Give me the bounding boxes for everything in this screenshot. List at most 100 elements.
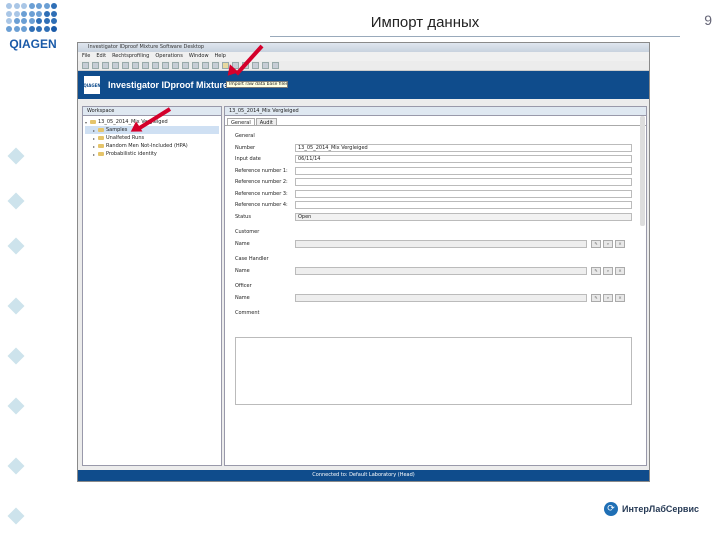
chart-icon[interactable] — [142, 62, 149, 69]
workspace-tab[interactable]: Workspace — [83, 107, 221, 116]
officer-edit-icon[interactable]: ✎ — [591, 293, 601, 302]
qiagen-dots — [6, 3, 60, 35]
settings-icon[interactable] — [112, 62, 119, 69]
decor-diamond — [7, 237, 25, 255]
mixture-icon[interactable] — [172, 62, 179, 69]
qiagen-dot — [28, 10, 35, 17]
editor-scrollbar[interactable] — [640, 116, 645, 226]
workspace-panel: Workspace ▾ 13_05_2014_Mix Vergleiged ▸ … — [82, 106, 222, 466]
slide-title: Импорт данных — [370, 14, 480, 31]
user-icon[interactable] — [212, 62, 219, 69]
ref4-label: Reference number 4: — [235, 202, 288, 208]
customer-edit-icon[interactable]: ✎ — [591, 239, 601, 248]
qiagen-dot — [43, 3, 50, 9]
qiagen-dot — [6, 10, 12, 17]
case-handler-name-field[interactable] — [295, 266, 587, 275]
open-folder-icon[interactable] — [102, 62, 109, 69]
list-icon[interactable] — [132, 62, 139, 69]
decor-diamond — [7, 347, 25, 365]
menu-edit[interactable]: Edit — [96, 52, 106, 61]
status-field[interactable]: Open — [295, 212, 632, 221]
input-date-field[interactable]: 06/11/14 — [295, 155, 632, 163]
tree-item-unalfeted-runs[interactable]: ▸ Unalfeted Runs — [85, 134, 219, 142]
customer-name-label: Name — [235, 240, 250, 247]
qiagen-dot — [6, 25, 12, 32]
new-icon[interactable] — [82, 62, 89, 69]
export-icon[interactable] — [152, 62, 159, 69]
qiagen-dot — [43, 18, 50, 24]
back-icon[interactable] — [262, 62, 269, 69]
interlabservice-logo: ⟳ ИнтерЛабСервис — [604, 502, 699, 516]
menu-window[interactable]: Window — [189, 52, 209, 61]
officer-name-field[interactable] — [295, 293, 587, 302]
qiagen-logo: QIAGEN — [4, 3, 62, 53]
ref4-field[interactable] — [295, 201, 632, 209]
input-date-label: Input date — [235, 156, 261, 162]
customer-search-icon[interactable]: ⌕ — [603, 239, 613, 248]
forward-icon[interactable] — [272, 62, 279, 69]
decor-diamond — [7, 192, 25, 210]
banner-title: Investigator IDproof Mixture — [108, 80, 229, 90]
status-label: Status — [235, 213, 251, 220]
delete-icon[interactable] — [252, 62, 259, 69]
tree-item-samples[interactable]: ▸ Samples — [85, 126, 219, 134]
banner-logo: QIAGEN — [83, 76, 101, 94]
comment-textarea[interactable] — [235, 337, 632, 405]
qiagen-dot — [36, 10, 42, 17]
calendar-icon[interactable] — [122, 62, 129, 69]
customer-name-field[interactable] — [295, 239, 587, 248]
filter-icon[interactable] — [182, 62, 189, 69]
menu-help[interactable]: Help — [215, 52, 226, 61]
ref1-field[interactable] — [295, 166, 632, 175]
page-number: 9 — [704, 12, 712, 28]
save-icon[interactable] — [92, 62, 99, 69]
app-window: Investigator IDproof Mixture Software De… — [77, 42, 650, 482]
menu-rechtsprofiling[interactable]: Rechtsprofiling — [112, 52, 149, 61]
qiagen-dot — [51, 10, 57, 17]
number-field[interactable]: 13_05_2014_Mix Vergleiged — [295, 143, 632, 152]
qiagen-dot — [21, 18, 27, 24]
decor-diamond — [7, 457, 25, 475]
qiagen-dot — [21, 25, 27, 32]
window-title: Investigator IDproof Mixture Software De… — [78, 43, 649, 52]
case-handler-edit-icon[interactable]: ✎ — [591, 266, 601, 275]
editor-panel: 13_05_2014_Mix Vergleiged General Audit … — [224, 106, 647, 466]
editor-tab[interactable]: 13_05_2014_Mix Vergleiged — [225, 107, 646, 116]
qiagen-dot — [13, 18, 20, 24]
qiagen-logo-text: QIAGEN — [9, 37, 57, 51]
ref3-label: Reference number 3: — [235, 190, 288, 197]
toolbar — [78, 61, 649, 71]
app-banner: QIAGEN Investigator IDproof Mixture — [78, 71, 649, 99]
tree-item-probabilistic-identity[interactable]: ▸ Probabilistic identity — [85, 150, 219, 158]
title-divider — [270, 36, 680, 37]
tab-general[interactable]: General — [227, 118, 255, 126]
lock-icon[interactable] — [202, 62, 209, 69]
menu-operations[interactable]: Operations — [155, 52, 183, 61]
tab-audit[interactable]: Audit — [255, 118, 277, 126]
decor-diamond — [7, 147, 25, 165]
qiagen-dot — [43, 25, 50, 32]
ref2-field[interactable] — [295, 178, 632, 186]
officer-name-label: Name — [235, 294, 250, 301]
report-icon[interactable] — [192, 62, 199, 69]
menu-file[interactable]: File — [82, 52, 90, 61]
customer-clear-icon[interactable]: × — [615, 239, 625, 248]
sub-tab-bar: General Audit — [225, 116, 646, 126]
folder-icon — [98, 136, 104, 140]
case-handler-clear-icon[interactable]: × — [615, 266, 625, 275]
tree-item-random-men[interactable]: ▸ Random Men Not-Included (HPA) — [85, 142, 219, 150]
qiagen-dot — [13, 3, 20, 9]
ref3-field[interactable] — [295, 189, 632, 198]
profile-icon[interactable] — [162, 62, 169, 69]
qiagen-dot — [28, 18, 35, 24]
qiagen-dot — [6, 3, 12, 9]
qiagen-dot — [36, 25, 42, 32]
qiagen-dot — [28, 3, 35, 9]
qiagen-dot — [51, 25, 57, 32]
case-handler-search-icon[interactable]: ⌕ — [603, 266, 613, 275]
qiagen-dot — [13, 10, 20, 17]
import-tooltip: Import raw data base files — [226, 81, 288, 88]
officer-search-icon[interactable]: ⌕ — [603, 293, 613, 302]
folder-icon — [98, 128, 104, 132]
officer-clear-icon[interactable]: × — [615, 293, 625, 302]
